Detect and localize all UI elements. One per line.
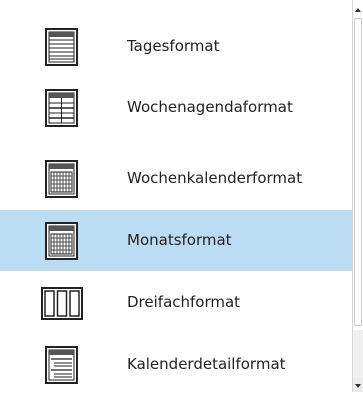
scrollbar-thumb[interactable] bbox=[354, 18, 362, 326]
week-calendar-icon bbox=[40, 160, 84, 198]
triangle-down-icon bbox=[355, 384, 361, 388]
list-item-tagesformat[interactable]: Tagesformat bbox=[0, 16, 352, 77]
vertical-scrollbar[interactable] bbox=[352, 0, 363, 392]
scrollbar-track[interactable] bbox=[353, 330, 363, 378]
list-item-wochenagendaformat[interactable]: Wochenagendaformat bbox=[0, 77, 352, 138]
list-item-kalenderdetailformat[interactable]: Kalenderdetailformat bbox=[0, 334, 352, 395]
scroll-up-button[interactable] bbox=[353, 2, 363, 16]
calendar-details-icon bbox=[40, 346, 84, 384]
list-item-label: Tagesformat bbox=[127, 37, 220, 55]
trifold-icon bbox=[40, 284, 84, 322]
week-agenda-icon bbox=[40, 89, 84, 127]
list-item-label: Monatsformat bbox=[127, 231, 232, 249]
list-item-label: Dreifachformat bbox=[127, 293, 241, 311]
print-style-list: Tagesformat Wochenagendaformat Wochenkal… bbox=[0, 0, 352, 392]
list-item-dreifachformat[interactable]: Dreifachformat bbox=[0, 272, 352, 333]
list-item-label: Wochenkalenderformat bbox=[127, 169, 303, 187]
day-view-icon bbox=[40, 28, 84, 66]
month-view-icon bbox=[40, 222, 84, 260]
list-item-label: Kalenderdetailformat bbox=[127, 355, 286, 373]
list-item-wochenkalenderformat[interactable]: Wochenkalenderformat bbox=[0, 148, 352, 209]
triangle-up-icon bbox=[355, 8, 361, 12]
scroll-down-button[interactable] bbox=[353, 378, 363, 392]
list-item-monatsformat[interactable]: Monatsformat bbox=[0, 210, 352, 271]
list-item-label: Wochenagendaformat bbox=[127, 98, 293, 116]
